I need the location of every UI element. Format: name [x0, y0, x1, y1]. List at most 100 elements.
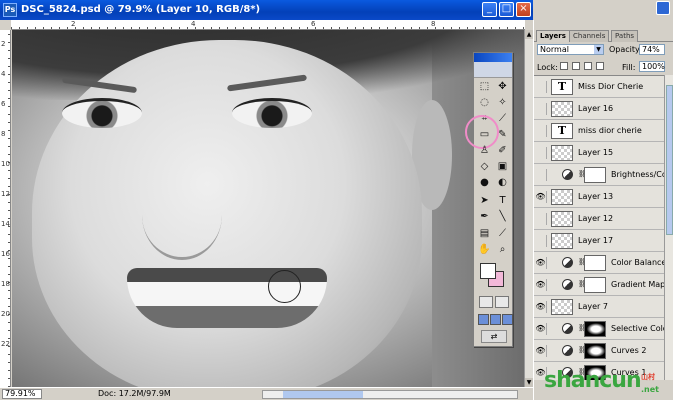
layer-name: Layer 7 [578, 302, 608, 311]
layer-thumbnail[interactable] [551, 211, 573, 227]
layer-row[interactable]: Layer 12 [534, 208, 664, 230]
type-icon[interactable]: T [495, 194, 510, 208]
full-screen-menu-button[interactable] [490, 314, 501, 325]
blur-icon[interactable]: ● [477, 176, 492, 190]
eye-icon[interactable]: 👁 [535, 279, 547, 291]
document-titlebar[interactable]: Ps DSC_5824.psd @ 79.9% (Layer 10, RGB/8… [0, 0, 533, 20]
maximize-button[interactable]: □ [499, 2, 514, 17]
scroll-thumb[interactable] [283, 391, 363, 398]
layer-row[interactable]: ⛓Brightness/Cont... [534, 164, 664, 186]
layer-mask-thumbnail[interactable] [584, 343, 606, 359]
vertical-scrollbar[interactable]: ▲ ▼ [524, 30, 533, 387]
quick-mask-button[interactable] [495, 296, 509, 308]
eye-icon[interactable] [535, 147, 547, 159]
text-layer-icon[interactable]: T [551, 79, 573, 95]
history-brush-icon[interactable]: ✐ [495, 144, 510, 158]
eye-icon[interactable] [535, 103, 547, 115]
layer-row[interactable]: Layer 15 [534, 142, 664, 164]
tab-layers[interactable]: Layers [536, 30, 570, 42]
layer-row[interactable]: Tmiss dior cherie [534, 120, 664, 142]
move-icon[interactable]: ✥ [495, 80, 510, 94]
foreground-color-swatch[interactable] [480, 263, 496, 279]
gradient-icon[interactable]: ▣ [495, 160, 510, 174]
layer-mask-thumbnail[interactable] [584, 255, 606, 271]
layer-thumbnail[interactable] [551, 145, 573, 161]
image-canvas[interactable] [12, 30, 524, 387]
notes-icon[interactable]: ▤ [477, 227, 492, 241]
layer-mask-thumbnail[interactable] [584, 277, 606, 293]
layer-row[interactable]: T Miss Dior Cherie [534, 76, 664, 98]
fill-label: Fill: [622, 63, 636, 72]
eye-icon[interactable]: 👁 [535, 323, 547, 335]
minimize-button[interactable]: _ [482, 2, 497, 17]
layer-thumbnail[interactable] [551, 233, 573, 249]
lasso-icon[interactable]: ◌ [477, 96, 492, 110]
pen-icon[interactable]: ✒ [477, 210, 492, 224]
eye-icon[interactable] [535, 81, 547, 93]
chevron-down-icon[interactable]: ▼ [594, 45, 603, 54]
text-layer-icon[interactable]: T [551, 123, 573, 139]
eye-icon[interactable] [535, 169, 547, 181]
eye-icon[interactable] [535, 235, 547, 247]
palette-menu-button[interactable] [656, 1, 670, 15]
eye-icon[interactable]: 👁 [535, 257, 547, 269]
magic-wand-icon[interactable]: ✧ [495, 96, 510, 110]
scroll-up-icon[interactable]: ▲ [525, 30, 533, 39]
layer-row[interactable]: 👁⛓Color Balance 1 [534, 252, 664, 274]
document-title: DSC_5824.psd @ 79.9% (Layer 10, RGB/8*) [21, 4, 261, 15]
horizontal-scrollbar[interactable] [262, 390, 518, 399]
layer-row[interactable]: 👁⛓Gradient Map 1 [534, 274, 664, 296]
fill-field[interactable]: 100% [639, 61, 665, 72]
tab-channels[interactable]: Channels [569, 30, 610, 42]
opacity-field[interactable]: 74% [639, 44, 665, 55]
eye-icon[interactable] [535, 125, 547, 137]
line-icon[interactable]: ╲ [495, 210, 510, 224]
eye-icon[interactable] [535, 213, 547, 225]
layers-scroll-thumb[interactable] [666, 85, 673, 235]
toolbox-logo [474, 62, 512, 78]
layer-mask-thumbnail[interactable] [584, 321, 606, 337]
layer-row[interactable]: 👁 Layer 13 [534, 186, 664, 208]
standard-mode-button[interactable] [479, 296, 493, 308]
lock-all-checkbox[interactable] [596, 62, 604, 70]
adjustment-layer-icon [562, 323, 573, 334]
eye-icon[interactable]: 👁 [535, 301, 547, 313]
jump-to-imageready-button[interactable]: ⇄ [481, 330, 507, 343]
blend-mode-select[interactable]: Normal ▼ [537, 44, 604, 55]
layer-name: Selective Color 1 [611, 324, 664, 333]
layer-thumbnail[interactable] [551, 189, 573, 205]
lock-label: Lock: [537, 63, 558, 72]
toolbox-titlebar[interactable] [474, 53, 512, 62]
layer-row[interactable]: 👁 ⛓ Curves 2 [534, 340, 664, 362]
close-button[interactable]: × [516, 2, 531, 17]
layer-thumbnail[interactable] [551, 299, 573, 315]
lock-transparency-checkbox[interactable] [560, 62, 568, 70]
layer-thumbnail[interactable] [551, 101, 573, 117]
document-size: Doc: 17.2M/97.9M [98, 389, 171, 398]
layer-row[interactable]: Layer 17 [534, 230, 664, 252]
tab-paths[interactable]: Paths [611, 30, 639, 42]
eye-icon[interactable]: 👁 [535, 345, 547, 357]
eraser-icon[interactable]: ◇ [477, 160, 492, 174]
lock-position-checkbox[interactable] [584, 62, 592, 70]
eyedropper-icon[interactable]: ⟋ [495, 227, 510, 241]
marquee-icon[interactable]: ⬚ [477, 80, 492, 94]
full-screen-button[interactable] [502, 314, 513, 325]
eye-icon[interactable]: 👁 [535, 191, 547, 203]
clone-stamp-icon[interactable]: ♙ [477, 144, 492, 158]
layer-row[interactable]: 👁 Layer 7 [534, 296, 664, 318]
watermark-net: .net [641, 385, 659, 394]
hand-icon[interactable]: ✋ [477, 243, 492, 257]
standard-screen-button[interactable] [478, 314, 489, 325]
path-select-icon[interactable]: ➤ [477, 194, 492, 208]
dodge-icon[interactable]: ◐ [495, 176, 510, 190]
scroll-down-icon[interactable]: ▼ [525, 378, 533, 387]
ruler-tick-label: 4 [1, 70, 6, 78]
zoom-field[interactable]: 79.91% [2, 389, 42, 399]
layer-row[interactable]: Layer 16 [534, 98, 664, 120]
zoom-icon[interactable]: ⌕ [495, 243, 510, 257]
layer-mask-thumbnail[interactable] [584, 167, 606, 183]
layer-row[interactable]: 👁⛓Selective Color 1 [534, 318, 664, 340]
layers-scrollbar[interactable] [664, 75, 673, 380]
lock-pixels-checkbox[interactable] [572, 62, 580, 70]
